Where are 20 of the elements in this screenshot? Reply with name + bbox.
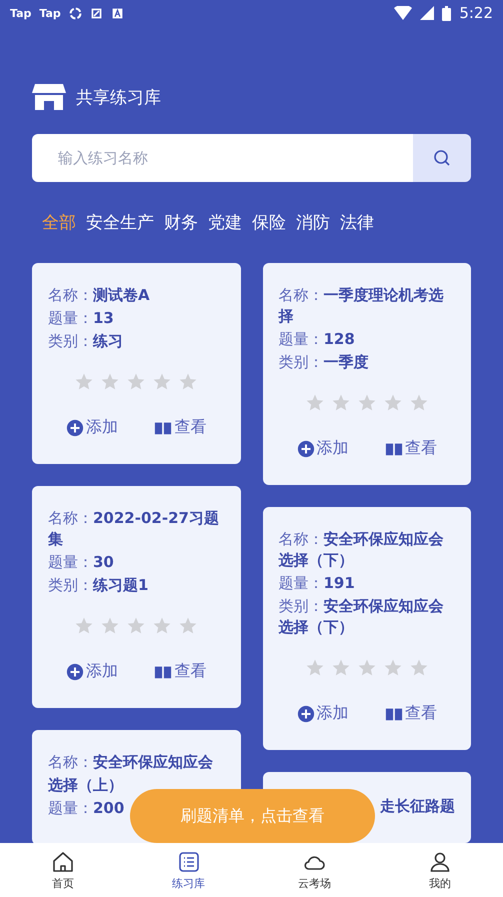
info-line: 走长征路题	[380, 796, 455, 817]
info-line: 题量：191	[278, 573, 355, 594]
app-label: Tap	[10, 6, 32, 20]
info-line: 名称：安全环保应知应会选择（下）	[278, 529, 444, 571]
app-label: Tap	[39, 6, 61, 20]
info-line: 选择（上）	[48, 775, 123, 796]
info-line: 名称：安全环保应知应会	[48, 752, 213, 773]
info-line: 题量：200	[48, 798, 124, 819]
info-line: 题量：128	[278, 329, 355, 350]
info-line: 名称：测试卷A	[48, 285, 150, 306]
info-line: 类别：一季度	[278, 352, 368, 373]
info-line: 类别：安全环保应知应会选择（下）	[278, 596, 444, 638]
info-line: 名称：一季度理论机考选择	[278, 285, 444, 327]
info-line: 题量：13	[48, 308, 114, 329]
info-line: 类别：练习	[48, 331, 123, 352]
section-title: 共享练习库	[76, 86, 161, 108]
info-line: 类别：练习题1	[48, 575, 148, 596]
info-line: 题量：30	[48, 552, 114, 573]
info-line: 名称：2022-02-27习题集	[48, 508, 220, 550]
clock: 5:22	[459, 4, 493, 22]
